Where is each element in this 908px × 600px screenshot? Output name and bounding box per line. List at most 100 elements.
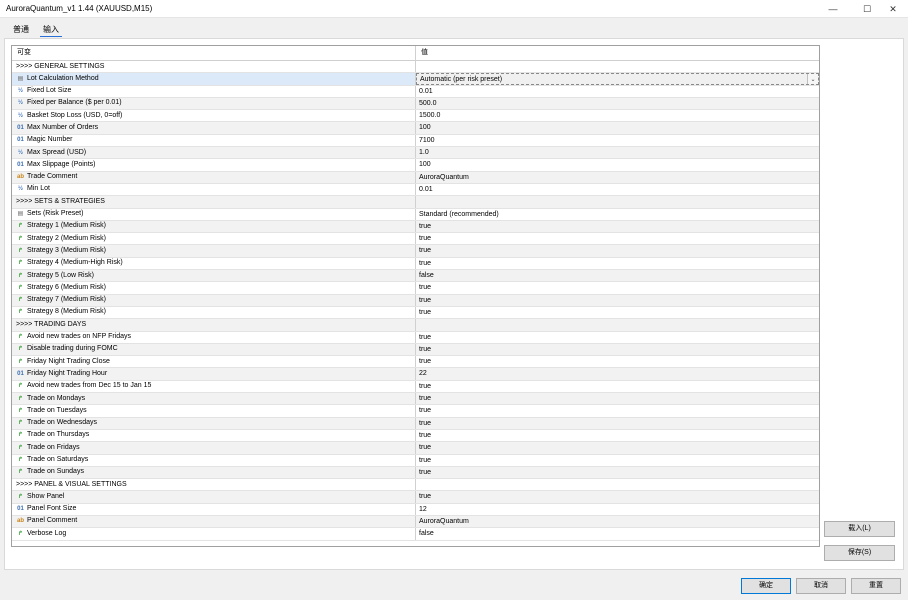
value-cell[interactable]: 22 xyxy=(416,368,819,379)
variable-cell: >>>> SETS & STRATEGIES xyxy=(12,196,416,208)
table-row[interactable]: 01 Magic Number 7100 xyxy=(12,134,819,148)
table-row[interactable]: ↱ Strategy 6 (Medium Risk) true xyxy=(12,282,819,295)
value-cell[interactable] xyxy=(416,61,819,72)
table-row[interactable]: ↱ Trade on Saturdays true xyxy=(12,454,819,467)
value-cell[interactable]: true xyxy=(416,344,819,355)
variable-name: Basket Stop Loss (USD, 0=off) xyxy=(27,111,123,119)
table-row[interactable]: ↱ Disable trading during FOMC true xyxy=(12,343,819,357)
variable-name: Friday Night Trading Hour xyxy=(27,369,108,377)
value-text: 7100 xyxy=(419,136,435,144)
table-row[interactable]: ↱ Strategy 1 (Medium Risk) true xyxy=(12,220,819,234)
value-cell[interactable] xyxy=(416,319,819,330)
value-cell[interactable]: true xyxy=(416,233,819,244)
table-row[interactable]: ↱ Avoid new trades on NFP Fridays true xyxy=(12,331,819,344)
table-row[interactable]: 01 Max Number of Orders 100 xyxy=(12,122,819,135)
value-cell[interactable]: 7100 xyxy=(416,135,819,146)
table-row[interactable]: >>>> GENERAL SETTINGS xyxy=(12,61,819,74)
variable-cell: ↱ Show Panel xyxy=(12,491,416,503)
cancel-button[interactable]: 取消 xyxy=(796,578,846,594)
table-row[interactable]: ↱ Trade on Tuesdays true xyxy=(12,405,819,418)
num-type-icon: 01 xyxy=(17,137,24,144)
table-row[interactable]: ↱ Show Panel true xyxy=(12,491,819,504)
value-cell[interactable]: true xyxy=(416,258,819,269)
minimize-button[interactable]: — xyxy=(818,0,848,18)
table-row[interactable]: ↱ Verbose Log false xyxy=(12,528,819,541)
value-cell[interactable]: true xyxy=(416,393,819,404)
value-cell[interactable]: true xyxy=(416,430,819,441)
table-row[interactable]: ½ Fixed Lot Size 0.01 xyxy=(12,85,819,98)
value-cell[interactable]: 100 xyxy=(416,122,819,133)
table-row[interactable]: >>>> SETS & STRATEGIES xyxy=(12,196,819,209)
value-cell[interactable]: 0.01 xyxy=(416,86,819,97)
bool-type-icon: ↱ xyxy=(17,444,24,451)
table-row[interactable]: ↱ Trade on Thursdays true xyxy=(12,429,819,443)
table-row[interactable]: ab Trade Comment AuroraQuantum xyxy=(12,171,819,184)
value-cell[interactable]: true xyxy=(416,467,819,478)
table-row[interactable]: ↱ Trade on Fridays true xyxy=(12,442,819,455)
value-cell[interactable] xyxy=(416,196,819,207)
close-button[interactable]: ✕ xyxy=(878,0,908,18)
header-value[interactable]: 值 xyxy=(416,46,819,60)
value-cell[interactable]: 12 xyxy=(416,504,819,515)
table-row[interactable]: ½ Min Lot 0.01 xyxy=(12,183,819,197)
value-cell[interactable]: AuroraQuantum xyxy=(416,516,819,527)
value-cell[interactable]: AuroraQuantum xyxy=(416,172,819,183)
value-text: Automatic (per risk preset) xyxy=(420,76,503,84)
value-cell[interactable]: true xyxy=(416,455,819,466)
table-row[interactable]: ▤ Sets (Risk Preset) Standard (recommended… xyxy=(12,208,819,221)
table-row[interactable]: 01 Max Slippage (Points) 100 xyxy=(12,159,819,172)
table-row[interactable]: ↱ Strategy 7 (Medium Risk) true xyxy=(12,294,819,307)
table-row[interactable]: 01 Panel Font Size 12 xyxy=(12,503,819,516)
value-cell[interactable]: true xyxy=(416,221,819,232)
value-cell[interactable]: 100 xyxy=(416,159,819,170)
value-cell[interactable]: true xyxy=(416,418,819,429)
value-cell[interactable]: 1500.0 xyxy=(416,110,819,121)
value-cell[interactable] xyxy=(416,479,819,490)
value-cell[interactable]: true xyxy=(416,282,819,293)
table-row[interactable]: >>>> TRADING DAYS xyxy=(12,319,819,332)
value-cell[interactable]: true xyxy=(416,332,819,343)
value-cell[interactable]: true xyxy=(416,356,819,367)
value-cell[interactable]: true xyxy=(416,491,819,502)
value-cell[interactable]: Standard (recommended) xyxy=(416,209,819,220)
value-text: true xyxy=(419,431,432,439)
table-row[interactable]: ↱ Avoid new trades from Dec 15 to Jan 15 t… xyxy=(12,380,819,394)
table-row[interactable]: ab Panel Comment AuroraQuantum xyxy=(12,515,819,529)
tab-inputs[interactable]: 输入 xyxy=(40,24,62,37)
table-row[interactable]: 01 Friday Night Trading Hour 22 xyxy=(12,368,819,381)
table-row[interactable]: ↱ Trade on Sundays true xyxy=(12,466,819,480)
table-row[interactable]: ½ Max Spread (USD) 1.0 xyxy=(12,147,819,160)
header-variable[interactable]: 可变 xyxy=(12,46,416,60)
value-cell[interactable]: 500.0 xyxy=(416,98,819,109)
table-row[interactable]: ½ Fixed per Balance ($ per 0.01) 500.0 xyxy=(12,97,819,111)
table-row[interactable]: ↱ Strategy 4 (Medium-High Risk) true xyxy=(12,257,819,271)
table-row[interactable]: ½ Basket Stop Loss (USD, 0=off) 1500.0 xyxy=(12,110,819,123)
table-row[interactable]: >>>> PANEL & VISUAL SETTINGS xyxy=(12,479,819,492)
tab-common[interactable]: 普通 xyxy=(10,24,32,37)
value-cell[interactable]: false xyxy=(416,528,819,539)
table-row[interactable]: ↱ Friday Night Trading Close true xyxy=(12,356,819,369)
value-cell[interactable]: true xyxy=(416,295,819,306)
table-row[interactable]: ↱ Trade on Wednesdays true xyxy=(12,417,819,430)
table-row[interactable]: ▤ Lot Calculation Method Automatic (per ri… xyxy=(12,73,819,86)
table-row[interactable]: ↱ Strategy 5 (Low Risk) false xyxy=(12,270,819,283)
value-cell[interactable]: true xyxy=(416,245,819,256)
table-row[interactable]: ↱ Strategy 3 (Medium Risk) true xyxy=(12,245,819,258)
value-cell[interactable]: true xyxy=(416,381,819,392)
value-cell[interactable]: false xyxy=(416,270,819,281)
value-cell[interactable]: Automatic (per risk preset) ⌄ xyxy=(416,73,819,85)
table-row[interactable]: ↱ Trade on Mondays true xyxy=(12,393,819,406)
value-cell[interactable]: 1.0 xyxy=(416,147,819,158)
value-cell[interactable]: 0.01 xyxy=(416,184,819,195)
value-cell[interactable]: true xyxy=(416,307,819,318)
table-row[interactable]: ↱ Strategy 2 (Medium Risk) true xyxy=(12,233,819,246)
value-text: true xyxy=(419,493,432,501)
reset-button[interactable]: 重置 xyxy=(851,578,901,594)
save-button[interactable]: 保存(S) xyxy=(824,545,895,561)
ok-button[interactable]: 确定 xyxy=(741,578,791,594)
load-button[interactable]: 载入(L) xyxy=(824,521,895,537)
value-cell[interactable]: true xyxy=(416,442,819,453)
value-cell[interactable]: true xyxy=(416,405,819,416)
table-row[interactable]: ↱ Strategy 8 (Medium Risk) true xyxy=(12,306,819,320)
chevron-down-icon[interactable]: ⌄ xyxy=(807,74,818,84)
